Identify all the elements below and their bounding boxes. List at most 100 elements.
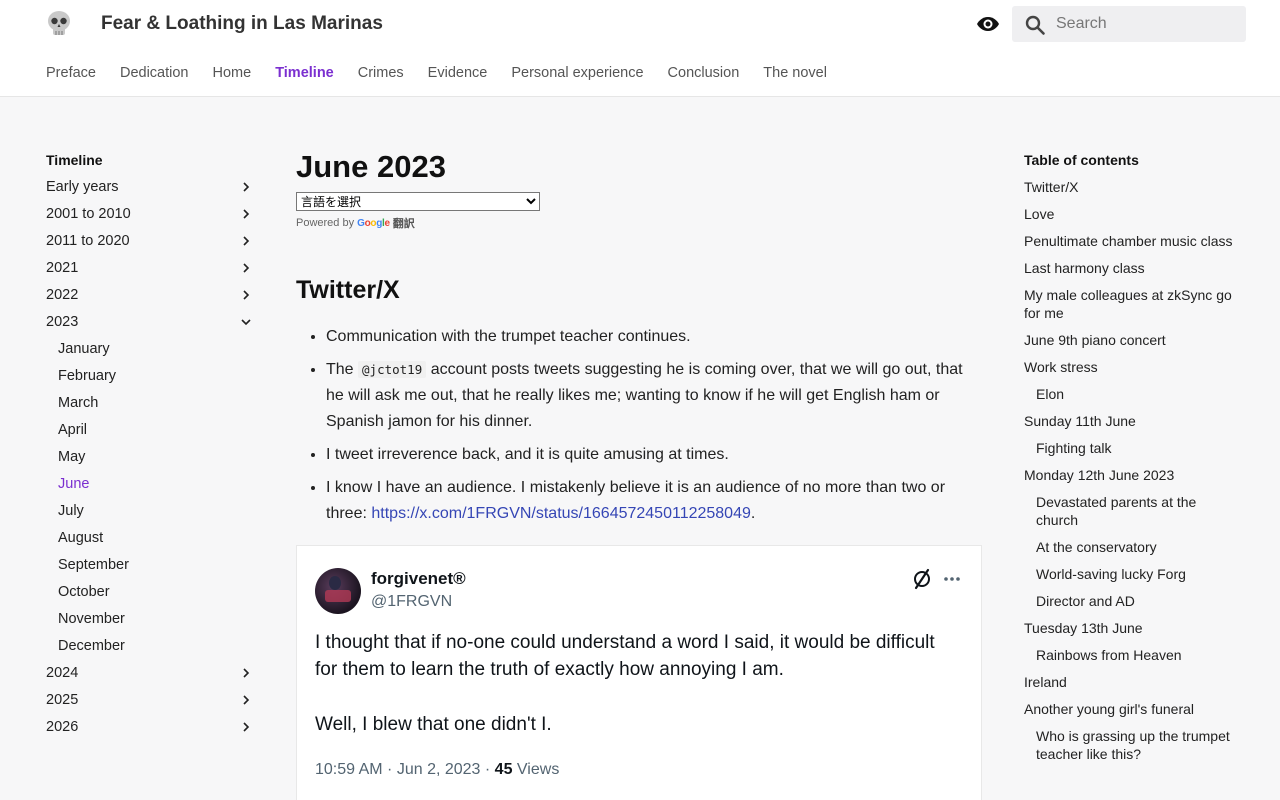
sidebar-item-may[interactable]: May <box>46 448 256 475</box>
sidebar-item-july[interactable]: July <box>46 502 256 529</box>
chevron-right-icon[interactable] <box>240 208 252 220</box>
sidebar-item-label: 2026 <box>46 719 79 735</box>
toc-item[interactable]: Devastated parents at the church <box>1024 493 1239 529</box>
sidebar-item-label: Early years <box>46 179 119 195</box>
sidebar-item-february[interactable]: February <box>46 367 256 394</box>
search-input[interactable] <box>1056 6 1242 42</box>
sidebar-item-label: December <box>58 638 125 654</box>
sidebar-item-label: 2022 <box>46 287 79 303</box>
toc-item[interactable]: Last harmony class <box>1024 259 1239 277</box>
skull-icon[interactable] <box>46 10 72 38</box>
chevron-right-icon[interactable] <box>240 262 252 274</box>
sidebar-item-label: 2023 <box>46 314 79 330</box>
sidebar-item-label: January <box>58 341 110 357</box>
tweet-author-handle[interactable]: @1FRGVN <box>371 592 452 612</box>
sidebar-item-2024[interactable]: 2024 <box>46 664 256 691</box>
sidebar-item-label: 2001 to 2010 <box>46 206 131 222</box>
toc-item[interactable]: Director and AD <box>1024 592 1239 610</box>
sidebar-item-january[interactable]: January <box>46 340 256 367</box>
toc-item[interactable]: Love <box>1024 205 1239 223</box>
page-title: June 2023 <box>296 149 446 184</box>
toc-item[interactable]: Fighting talk <box>1024 439 1239 457</box>
language-select[interactable]: 言語を選択 <box>296 192 540 211</box>
nav-evidence[interactable]: Evidence <box>428 64 488 84</box>
sidebar-list: Early years 2001 to 2010 2011 to 2020 2021 2… <box>46 178 256 745</box>
sidebar-item-2011-to-2020[interactable]: 2011 to 2020 <box>46 232 256 259</box>
toc-item[interactable]: Who is grassing up the trumpet teacher l… <box>1024 727 1239 763</box>
more-options-icon[interactable] <box>943 570 961 588</box>
toc-item[interactable]: Over the moon about a <box>1024 772 1239 776</box>
list-item: I know I have an audience. I mistakenly … <box>326 475 984 527</box>
x-logo-icon[interactable] <box>911 568 933 590</box>
sidebar-item-march[interactable]: March <box>46 394 256 421</box>
bullet-text: Communication with the trumpet teacher c… <box>326 328 691 345</box>
search-icon <box>1025 15 1045 35</box>
sidebar-item-june[interactable]: June <box>46 475 256 502</box>
sidebar-item-october[interactable]: October <box>46 583 256 610</box>
toc-item[interactable]: Monday 12th June 2023 <box>1024 466 1239 484</box>
nav-crimes[interactable]: Crimes <box>358 64 404 84</box>
nav-personal-experience[interactable]: Personal experience <box>511 64 643 84</box>
sidebar-title[interactable]: Timeline <box>46 151 256 169</box>
sidebar-item-2025[interactable]: 2025 <box>46 691 256 718</box>
eye-icon[interactable] <box>976 12 1000 36</box>
sidebar-item-december[interactable]: December <box>46 637 256 664</box>
avatar[interactable] <box>315 568 361 614</box>
toc-list: Twitter/X Love Penultimate chamber music c… <box>1024 178 1239 776</box>
tweet-text: I thought that if no-one could understan… <box>315 629 955 766</box>
site-title[interactable]: Fear & Loathing in Las Marinas <box>101 13 383 35</box>
tweet-link[interactable]: https://x.com/1FRGVN/status/166457245011… <box>371 505 751 522</box>
tweet-time[interactable]: 10:59 AM · Jun 2, 2023 · <box>315 761 490 778</box>
sidebar-item-label: April <box>58 422 88 438</box>
nav-home[interactable]: Home <box>213 64 252 84</box>
toc-item[interactable]: At the conservatory <box>1024 538 1239 556</box>
sidebar-item-2026[interactable]: 2026 <box>46 718 256 745</box>
tweet-author-name[interactable]: forgivenet® <box>371 569 466 589</box>
toc-item[interactable]: June 9th piano concert <box>1024 331 1239 349</box>
toc-item[interactable]: Twitter/X <box>1024 178 1239 196</box>
table-of-contents: Table of contents Twitter/X Love Penultima… <box>1024 151 1239 776</box>
tweet-embed[interactable]: forgivenet® @1FRGVN I thought that if no… <box>296 545 982 800</box>
nav-conclusion[interactable]: Conclusion <box>668 64 740 84</box>
sidebar: Timeline Early years 2001 to 2010 2011 to … <box>46 151 256 745</box>
sidebar-item-november[interactable]: November <box>46 610 256 637</box>
sidebar-item-2023[interactable]: 2023 <box>46 313 256 340</box>
google-logo[interactable]: Google <box>357 218 390 229</box>
toc-item[interactable]: Work stress <box>1024 358 1239 376</box>
toc-item[interactable]: My male colleagues at zkSync go for me <box>1024 286 1239 322</box>
sidebar-item-august[interactable]: August <box>46 529 256 556</box>
nav-dedication[interactable]: Dedication <box>120 64 189 84</box>
nav-timeline[interactable]: Timeline <box>275 64 334 84</box>
translate-widget: 言語を選択 Powered by Google 翻訳 <box>296 192 984 231</box>
toc-item[interactable]: Elon <box>1024 385 1239 403</box>
toc-item[interactable]: Ireland <box>1024 673 1239 691</box>
sidebar-item-early-years[interactable]: Early years <box>46 178 256 205</box>
translate-link[interactable]: 翻訳 <box>393 215 415 231</box>
nav-the-novel[interactable]: The novel <box>763 64 827 84</box>
toc-item[interactable]: Sunday 11th June <box>1024 412 1239 430</box>
chevron-right-icon[interactable] <box>240 289 252 301</box>
nav-preface[interactable]: Preface <box>46 64 96 84</box>
sidebar-item-september[interactable]: September <box>46 556 256 583</box>
toc-item[interactable]: Another young girl's funeral <box>1024 700 1239 718</box>
toc-item[interactable]: Penultimate chamber music class <box>1024 232 1239 250</box>
chevron-right-icon[interactable] <box>240 721 252 733</box>
toc-item[interactable]: Rainbows from Heaven <box>1024 646 1239 664</box>
sidebar-item-april[interactable]: April <box>46 421 256 448</box>
sidebar-item-2021[interactable]: 2021 <box>46 259 256 286</box>
sidebar-item-2001-to-2010[interactable]: 2001 to 2010 <box>46 205 256 232</box>
chevron-right-icon[interactable] <box>240 667 252 679</box>
search-box[interactable] <box>1012 6 1246 42</box>
sidebar-item-2022[interactable]: 2022 <box>46 286 256 313</box>
toc-item[interactable]: Tuesday 13th June <box>1024 619 1239 637</box>
chevron-down-icon[interactable] <box>240 316 252 328</box>
bullet-text: I tweet irreverence back, and it is quit… <box>326 446 729 463</box>
chevron-right-icon[interactable] <box>240 235 252 247</box>
tweet-views-label: Views <box>516 761 560 778</box>
toc-item[interactable]: World-saving lucky Forg <box>1024 565 1239 583</box>
list-item: The @jctot19 account posts tweets sugges… <box>326 357 984 435</box>
account-code: @jctot19 <box>358 361 427 378</box>
chevron-right-icon[interactable] <box>240 181 252 193</box>
chevron-right-icon[interactable] <box>240 694 252 706</box>
top-nav: Preface Dedication Home Timeline Crimes … <box>46 64 851 84</box>
